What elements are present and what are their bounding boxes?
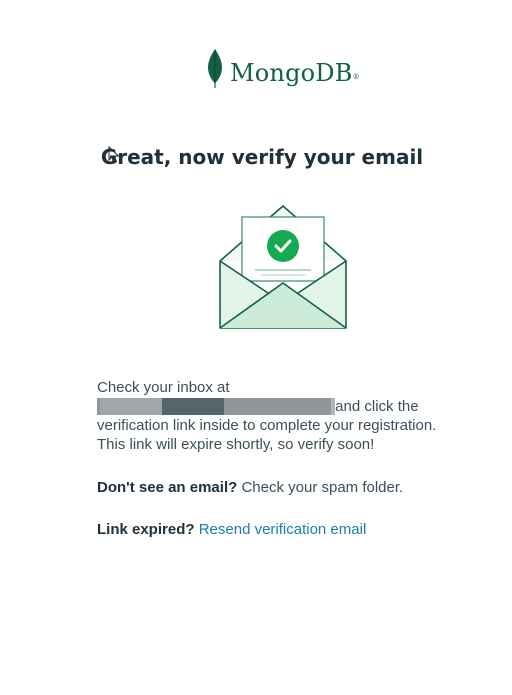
mongodb-leaf-icon	[208, 49, 222, 88]
resend-verification-link[interactable]: Resend verification email	[199, 521, 367, 538]
brand-name: MongoDB®	[230, 59, 360, 87]
expired-question: Link expired?	[97, 521, 195, 538]
spam-answer: Check your spam folder.	[241, 479, 404, 496]
redacted-email	[97, 397, 335, 416]
instructions-prefix: Check your inbox at	[97, 379, 230, 396]
verification-instructions: Check your inbox at and click the verifi…	[97, 378, 457, 454]
envelope-check-icon	[219, 205, 347, 329]
link-expired-hint: Link expired? Resend verification email	[97, 521, 366, 538]
spam-hint: Don't see an email? Check your spam fold…	[97, 479, 403, 496]
spam-question: Don't see an email?	[97, 479, 238, 496]
mongodb-logo: MongoDB®	[206, 48, 360, 88]
page-title: Great, now verify your email	[100, 145, 424, 169]
